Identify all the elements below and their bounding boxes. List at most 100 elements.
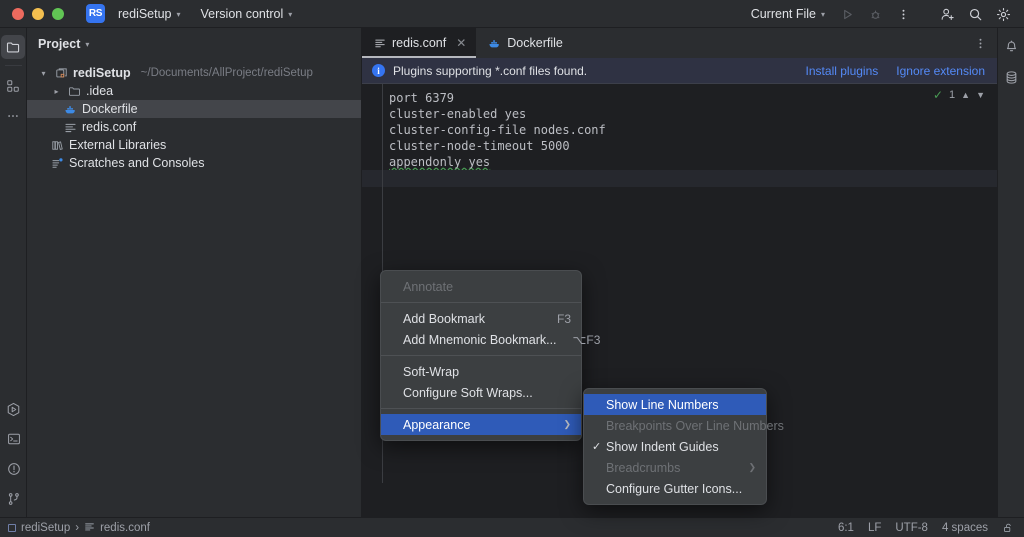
menu-item-label: Add Bookmark (403, 311, 485, 326)
editor-tab-label: Dockerfile (507, 36, 563, 50)
minimize-window-button[interactable] (32, 7, 44, 20)
menu-item-show-line-numbers[interactable]: Show Line Numbers (584, 394, 766, 415)
menu-item-show-indent-guides[interactable]: ✓ Show Indent Guides (584, 436, 766, 457)
editor-tab-redis-conf[interactable]: redis.conf ✕ (362, 28, 477, 58)
project-folder-icon[interactable] (1, 35, 25, 59)
code-line-text: appendonly yes (389, 155, 491, 169)
menu-item-label: Show Indent Guides (606, 439, 719, 454)
project-badge: RS (86, 4, 105, 23)
line-separator[interactable]: LF (868, 522, 881, 534)
ignore-extension-link[interactable]: Ignore extension (896, 64, 985, 78)
menu-item-label: Soft-Wrap (403, 364, 460, 379)
terminal-icon[interactable] (2, 427, 26, 451)
editor-tab-bar: redis.conf ✕ Dockerfile (362, 28, 997, 58)
menu-item-configure-soft-wraps[interactable]: Configure Soft Wraps... (381, 382, 581, 403)
more-tool-windows-icon[interactable] (1, 104, 25, 128)
checkmark-icon: ✓ (592, 441, 602, 453)
editor-tab-dockerfile[interactable]: Dockerfile (476, 28, 573, 58)
menu-item-add-mnemonic-bookmark[interactable]: Add Mnemonic Bookmark... ⌥F3 (381, 329, 600, 350)
indent-setting[interactable]: 4 spaces (942, 522, 988, 534)
menu-item-add-bookmark[interactable]: Add Bookmark F3 (381, 308, 581, 329)
menu-item-appearance[interactable]: Appearance ❯ (381, 414, 581, 435)
window-controls[interactable] (0, 7, 64, 20)
project-panel-header[interactable]: Project ▾ (27, 28, 361, 59)
twisty-expanded-icon[interactable]: ▾ (37, 69, 50, 78)
install-plugins-link[interactable]: Install plugins (806, 64, 879, 78)
tree-node-external-libraries[interactable]: External Libraries (27, 136, 361, 154)
notification-actions: Install plugins Ignore extension (806, 64, 985, 78)
chevron-down-icon: ▾ (176, 9, 181, 19)
settings-gear-icon[interactable] (990, 2, 1016, 26)
info-icon: i (372, 64, 385, 77)
project-name-chooser[interactable]: rediSetup ▾ (111, 3, 188, 25)
code-line: cluster-node-timeout 5000 (389, 139, 570, 153)
run-icon[interactable] (834, 2, 860, 26)
code-line: port 6379 (389, 91, 455, 105)
docker-icon (63, 103, 78, 116)
plugin-notification-bar: i Plugins supporting *.conf files found.… (362, 58, 997, 84)
tree-node-idea[interactable]: ▸ .idea (27, 82, 361, 100)
notifications-bell-icon[interactable] (999, 35, 1023, 59)
debug-icon[interactable] (862, 2, 888, 26)
menu-item-soft-wrap[interactable]: Soft-Wrap (381, 361, 581, 382)
structure-icon[interactable] (1, 74, 25, 98)
inspection-count: 1 (949, 89, 956, 101)
maximize-window-button[interactable] (52, 7, 64, 20)
version-control-widget[interactable]: Version control ▾ (194, 3, 300, 25)
module-icon (54, 67, 69, 80)
code-line: appendonly yes (362, 154, 997, 170)
menu-item-label: Configure Soft Wraps... (403, 385, 533, 400)
caret-position[interactable]: 6:1 (838, 522, 854, 534)
previous-problem-icon[interactable]: ▲ (961, 90, 970, 100)
inspection-widget[interactable]: ✓ 1 ▲ ▼ (933, 88, 985, 102)
titlebar-right-actions: Current File ▾ (738, 0, 1024, 28)
run-tool-icon[interactable] (2, 397, 26, 421)
menu-item-shortcut: F3 (556, 311, 571, 326)
search-icon[interactable] (962, 2, 988, 26)
chevron-right-icon: ❯ (563, 419, 571, 429)
menu-item-configure-gutter-icons[interactable]: Configure Gutter Icons... (584, 478, 766, 499)
tree-node-path: ~/Documents/AllProject/rediSetup (140, 67, 313, 79)
menu-item-label: Annotate (403, 279, 454, 294)
title-bar: RS rediSetup ▾ Version control ▾ Current… (0, 0, 1024, 28)
caret-row-highlight (362, 170, 997, 187)
project-name-label: rediSetup (118, 6, 172, 21)
tree-node-redisetup[interactable]: ▾ rediSetup ~/Documents/AllProject/rediS… (27, 64, 361, 82)
code-line: cluster-enabled yes (389, 107, 527, 121)
tree-node-label: Dockerfile (82, 102, 138, 116)
next-problem-icon[interactable]: ▼ (976, 90, 985, 100)
twisty-collapsed-icon[interactable]: ▸ (50, 87, 63, 96)
menu-item-label: Breakpoints Over Line Numbers (606, 418, 784, 433)
module-square-icon (8, 523, 16, 532)
breadcrumb-project[interactable]: rediSetup (21, 522, 70, 534)
run-configuration-label: Current File (750, 7, 816, 21)
project-tool-window: Project ▾ ▾ rediSetup ~/Documents/AllPro… (27, 28, 362, 517)
menu-item-shortcut: ⌥F3 (572, 332, 601, 347)
account-icon[interactable] (934, 2, 960, 26)
conf-file-icon (374, 37, 386, 49)
breadcrumb-file[interactable]: redis.conf (100, 522, 150, 534)
editor-tab-label: redis.conf (392, 36, 447, 50)
editor-tabs-more-icon[interactable] (974, 28, 987, 58)
conf-file-icon (63, 121, 78, 134)
ide-window: RS rediSetup ▾ Version control ▾ Current… (0, 0, 1024, 537)
problems-warning-icon[interactable] (2, 457, 26, 481)
conf-file-icon (84, 521, 95, 534)
database-icon[interactable] (999, 65, 1023, 89)
file-encoding[interactable]: UTF-8 (895, 522, 928, 534)
close-icon[interactable]: ✕ (456, 36, 466, 50)
menu-item-label: Show Line Numbers (606, 397, 719, 412)
menu-item-label: Breadcrumbs (606, 460, 681, 475)
docker-icon (488, 37, 501, 50)
more-options-icon[interactable] (890, 2, 916, 26)
menu-separator (381, 302, 581, 303)
version-control-branch-icon[interactable] (2, 487, 26, 511)
tree-node-redis-conf[interactable]: redis.conf (27, 118, 361, 136)
inspection-ok-icon: ✓ (932, 88, 944, 102)
project-tree: ▾ rediSetup ~/Documents/AllProject/rediS… (27, 59, 361, 172)
close-window-button[interactable] (12, 7, 24, 20)
tree-node-dockerfile[interactable]: Dockerfile (27, 100, 361, 118)
run-configuration-selector[interactable]: Current File ▾ (744, 3, 832, 25)
unlocked-readonly-icon[interactable] (1002, 522, 1014, 534)
tree-node-scratches-and-consoles[interactable]: Scratches and Consoles (27, 154, 361, 172)
